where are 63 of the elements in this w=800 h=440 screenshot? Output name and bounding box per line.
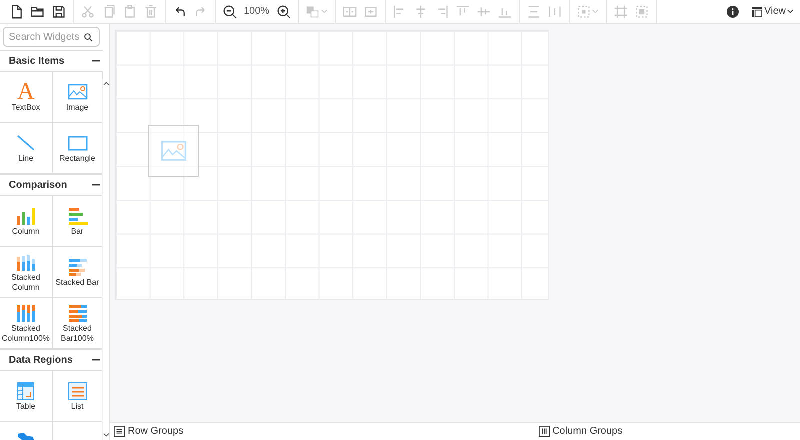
- align-center-icon: [414, 4, 428, 18]
- file-icon: [10, 4, 24, 18]
- distribute-icon: [548, 4, 562, 18]
- widget-item[interactable]: Column: [0, 196, 53, 247]
- view-button[interactable]: View: [748, 0, 797, 22]
- widget-item[interactable]: Table: [0, 371, 53, 422]
- bar-chart-icon: [66, 206, 88, 226]
- split-icon: [342, 4, 357, 18]
- widget-item[interactable]: Bar: [53, 196, 103, 247]
- copy-icon: [102, 4, 116, 18]
- widget-item[interactable]: Image: [53, 72, 103, 123]
- picture-icon: [158, 138, 188, 164]
- stacked-bar-chart-icon: [66, 256, 88, 277]
- align-top-icon: [456, 4, 470, 18]
- scissors-icon: [81, 4, 95, 18]
- column-chart-icon: [15, 206, 37, 226]
- widget-item[interactable]: Line: [0, 123, 53, 174]
- redo-icon: [194, 4, 208, 18]
- save-icon: [52, 4, 66, 18]
- resize-icon: [614, 4, 628, 18]
- layout-icon: [752, 6, 762, 16]
- zoom-out-icon: [223, 4, 237, 18]
- table-icon: [15, 380, 37, 401]
- distribute-icon: [526, 4, 541, 18]
- widget-item[interactable]: Stacked Column: [0, 247, 53, 298]
- info-icon[interactable]: [726, 6, 738, 18]
- column-groups-button[interactable]: Column Groups: [538, 424, 623, 439]
- columns-icon: [538, 426, 550, 437]
- undo-icon: [173, 4, 187, 18]
- letter-icon: A: [17, 82, 35, 102]
- widget-item[interactable]: A TextBox: [0, 72, 53, 123]
- scroll-up-icon[interactable]: [103, 81, 109, 86]
- merge-icon: [364, 4, 378, 18]
- scroll-down-icon[interactable]: [103, 433, 109, 438]
- list-icon: [66, 380, 88, 401]
- picture-icon: [66, 82, 88, 102]
- folder-icon: [31, 4, 45, 18]
- stacked-column-chart-icon: [15, 302, 37, 323]
- image-placeholder[interactable]: [148, 125, 199, 177]
- scrollbar[interactable]: [102, 79, 109, 440]
- zoom-level[interactable]: 100%: [241, 0, 273, 22]
- section-title: Data Regions: [9, 354, 73, 368]
- widget-item[interactable]: Stacked Bar100%: [53, 298, 103, 349]
- widget-item[interactable]: Stacked Bar: [53, 247, 103, 298]
- widget-item[interactable]: List: [53, 371, 103, 422]
- center-icon: [634, 4, 649, 18]
- search-field[interactable]: Search Widgets: [3, 27, 100, 47]
- widget-item[interactable]: Stacked Column100%: [0, 298, 53, 349]
- caret-icon: [787, 8, 794, 15]
- clipboard-icon: [123, 4, 137, 18]
- rows-icon: [114, 426, 125, 437]
- line-icon: [15, 132, 37, 153]
- widget-item[interactable]: Rectangle: [53, 123, 103, 174]
- selection-icon: [576, 4, 591, 18]
- search-icon: [84, 32, 93, 42]
- trash-icon: [144, 4, 158, 18]
- row-groups-button[interactable]: Row Groups: [114, 424, 184, 439]
- section-title: Comparison: [9, 178, 68, 192]
- zoom-in-icon: [276, 4, 291, 18]
- layers-icon: [306, 4, 320, 18]
- align-middle-icon: [476, 4, 491, 18]
- section-title: Basic Items: [9, 54, 65, 68]
- stacked-bar-chart-icon: [66, 302, 88, 323]
